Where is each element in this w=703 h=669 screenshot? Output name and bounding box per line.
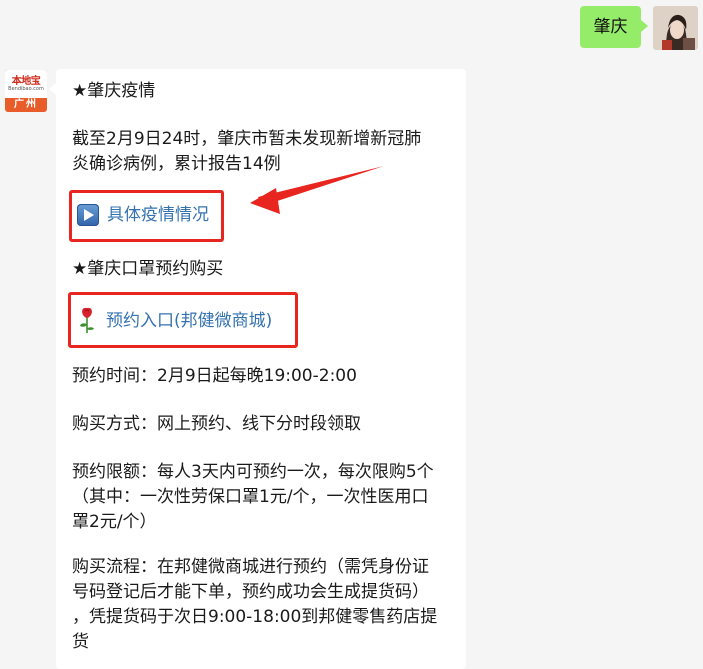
purchase-method-text: 购买方式：网上预约、线下分时段领取 (72, 414, 361, 434)
official-account-avatar[interactable]: 本地宝 Bendibao.com 广州 (5, 70, 47, 112)
user-avatar[interactable] (653, 6, 698, 50)
section-heading-mask: ★肇庆口罩预约购买 (72, 259, 224, 279)
avatar-brand-text: 本地宝 (11, 76, 41, 87)
rose-icon (80, 307, 94, 333)
outgoing-message-text: 肇庆 (593, 17, 628, 37)
flow-text-line-1: 购买流程：在邦健微商城进行预约（需凭身份证 (72, 557, 429, 577)
avatar-city-text: 广州 (14, 99, 38, 110)
reservation-time-text: 预约时间：2月9日起每晚19:00-2:00 (72, 366, 357, 386)
section-heading-epidemic: ★肇庆疫情 (72, 81, 156, 101)
play-button-icon (77, 204, 99, 226)
limit-text-line-1: 预约限额：每人3天内可预约一次，每次限购5个 (72, 462, 434, 482)
outgoing-message-bubble[interactable]: 肇庆 (580, 6, 648, 48)
limit-text-line-2: （其中：一次性劳保口罩1元/个，一次性医用口 (72, 487, 429, 507)
flow-text-line-4: 货 (72, 632, 89, 652)
epidemic-text-line-1: 截至2月9日24时，肇庆市暂未发现新增新冠肺 (72, 129, 422, 149)
reservation-entry-link[interactable]: 预约入口(邦健微商城) (106, 311, 272, 331)
limit-text-line-3: 罩2元/个） (72, 512, 157, 532)
incoming-message-bubble: ★肇庆疫情 截至2月9日24时，肇庆市暂未发现新增新冠肺 炎确诊病例，累计报告1… (49, 69, 466, 669)
epidemic-text-line-2: 炎确诊病例，累计报告14例 (72, 154, 281, 174)
flow-text-line-3: ，凭提货码于次日9:00-18:00到邦健零售药店提 (72, 607, 438, 627)
epidemic-details-link[interactable]: 具体疫情情况 (107, 205, 209, 225)
flow-text-line-2: 号码登记后才能下单，预约成功会生成提货码） (72, 582, 429, 602)
avatar-domain-text: Bendibao.com (8, 86, 44, 92)
